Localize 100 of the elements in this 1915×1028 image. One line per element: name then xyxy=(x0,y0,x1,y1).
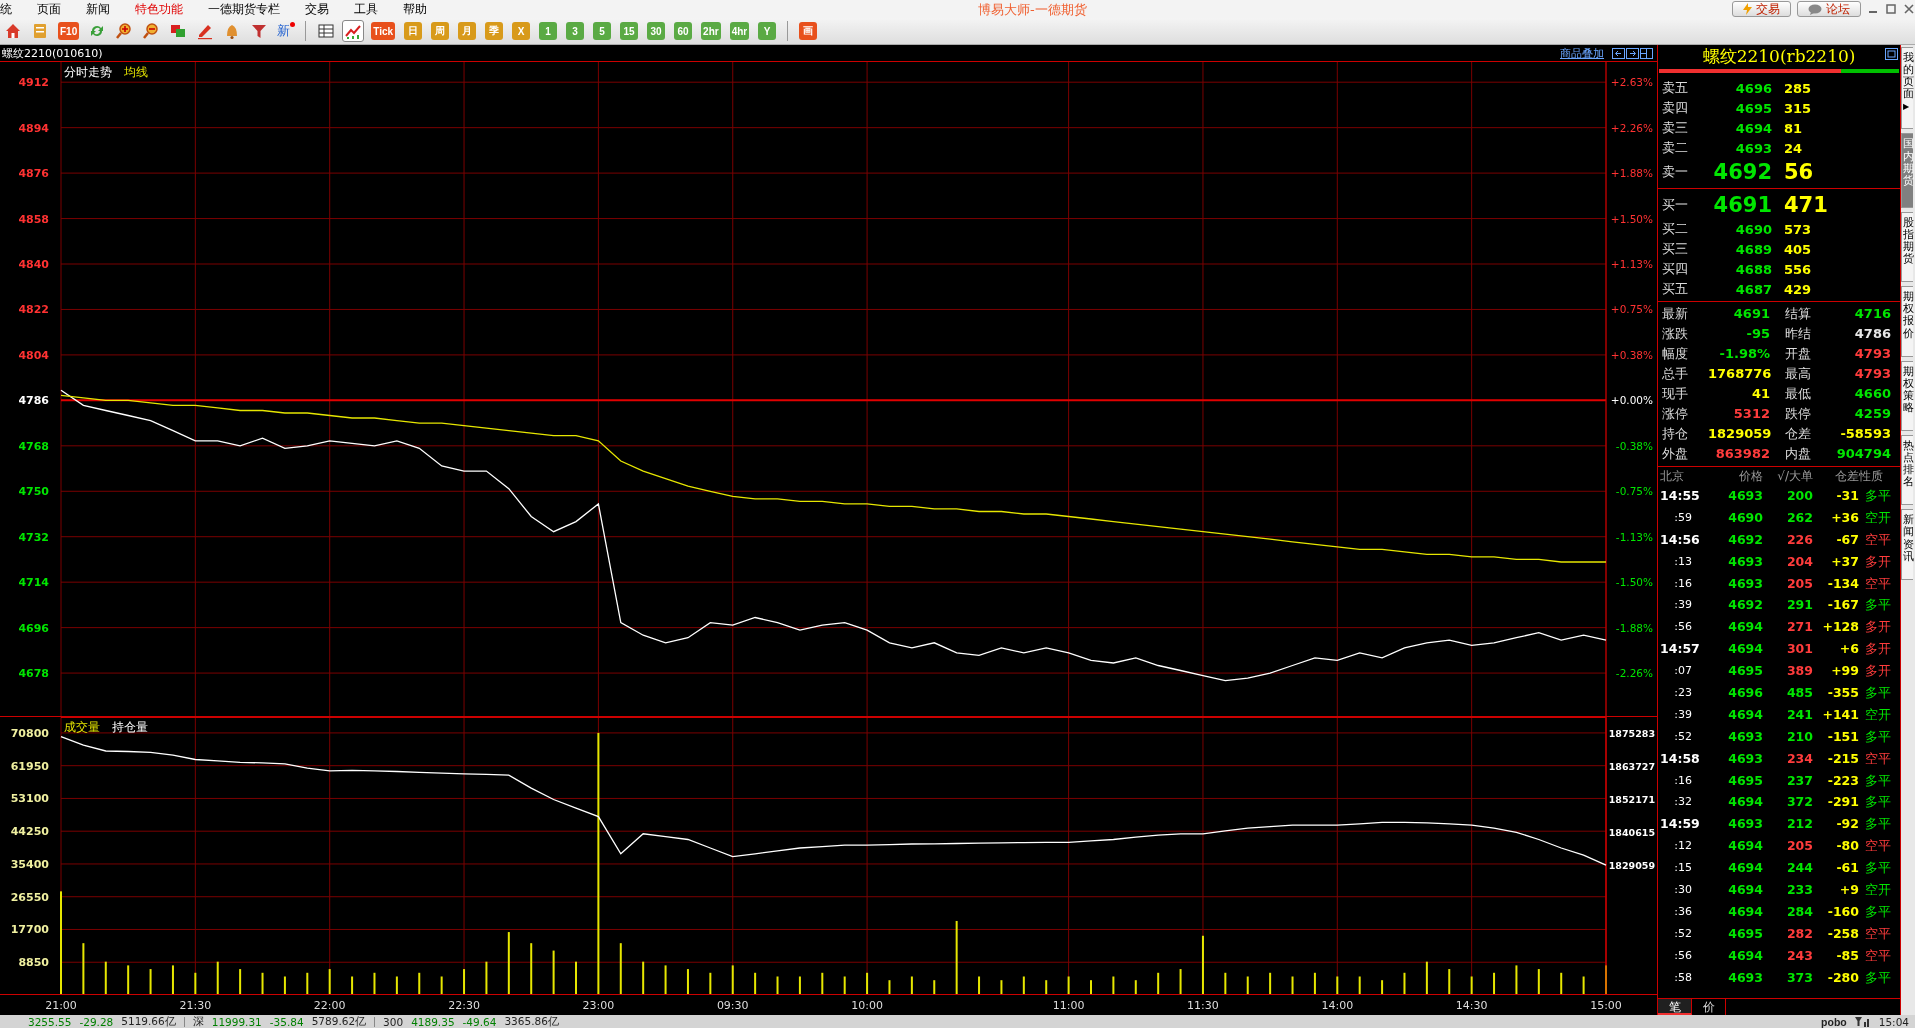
axis-label: -2.26% xyxy=(1615,667,1653,680)
time-label: 14:30 xyxy=(1455,999,1488,1012)
tick-nature: 多开 xyxy=(1864,662,1892,681)
tick-price: 4694 xyxy=(1727,881,1763,900)
tick-diff: -258 xyxy=(1826,924,1859,943)
tick-diff: -355 xyxy=(1826,684,1859,702)
tick-time: :56 xyxy=(1673,619,1693,636)
tick-diff: -280 xyxy=(1826,968,1859,987)
tick-price: 4695 xyxy=(1727,662,1763,681)
tick-price: 4692 xyxy=(1727,530,1763,549)
volume: 573 xyxy=(1784,221,1813,237)
tick-volume: 262 xyxy=(1785,508,1813,527)
tick-time: 14:59 xyxy=(1660,815,1701,834)
volume: 81 xyxy=(1784,120,1804,136)
price: 4690 xyxy=(1734,221,1772,237)
tick-nature: 空平 xyxy=(1864,837,1892,856)
tick-nature: 多平 xyxy=(1864,771,1892,790)
stat-label: 开盘 xyxy=(1785,345,1812,363)
time-label: 14:00 xyxy=(1321,999,1354,1012)
time-label: 09:30 xyxy=(716,999,749,1012)
column-header: √/大单 xyxy=(1776,468,1813,485)
row-label: 买二 xyxy=(1662,220,1689,238)
time-label: 21:00 xyxy=(45,999,77,1012)
stat-value: 863982 xyxy=(1714,445,1770,463)
tick-diff: +141 xyxy=(1821,705,1859,724)
tick-nature: 空开 xyxy=(1864,881,1892,900)
tick-volume: 373 xyxy=(1785,968,1813,987)
tick-time: :52 xyxy=(1673,728,1693,745)
tick-diff: -31 xyxy=(1835,487,1859,505)
tick-nature: 多开 xyxy=(1864,640,1892,659)
arrow-glyph: ▶ xyxy=(1903,102,1910,112)
column-header: 价格 xyxy=(1738,468,1763,485)
tick-nature: 多平 xyxy=(1864,968,1892,987)
axis-label: 4678 xyxy=(18,667,49,681)
stat-label: 总手 xyxy=(1662,365,1689,383)
tick-diff: -215 xyxy=(1826,749,1859,768)
stat-label: 仓差 xyxy=(1785,425,1812,443)
time-label: 11:00 xyxy=(1052,999,1085,1012)
tick-price: 4693 xyxy=(1727,574,1763,593)
tick-time: :07 xyxy=(1673,663,1693,680)
tick-time: :39 xyxy=(1673,706,1693,723)
time-label: 15:00 xyxy=(1590,999,1622,1012)
price: 4696 xyxy=(1734,80,1772,96)
tick-diff: -167 xyxy=(1826,596,1859,615)
tick-nature: 多平 xyxy=(1864,727,1892,746)
tick-volume: 241 xyxy=(1785,705,1813,724)
stat-label: 幅度 xyxy=(1662,345,1689,363)
row-label: 卖三 xyxy=(1662,119,1689,137)
tick-volume: 226 xyxy=(1785,530,1813,549)
stat-value: 4716 xyxy=(1853,305,1891,323)
tick-volume: 210 xyxy=(1785,727,1813,746)
tick-time: 14:56 xyxy=(1660,530,1701,549)
row-label: 买一 xyxy=(1662,196,1689,214)
row-label: 卖二 xyxy=(1662,139,1689,157)
tick-volume: 200 xyxy=(1785,487,1813,505)
tick-diff: -291 xyxy=(1826,793,1859,812)
index-value: 4189.35 xyxy=(411,1015,455,1028)
axis-label: -1.50% xyxy=(1615,576,1653,589)
stat-value: 41 xyxy=(1750,385,1770,403)
axis-label: 4876 xyxy=(18,167,49,181)
stat-label: 持仓 xyxy=(1662,425,1689,443)
tick-volume: 204 xyxy=(1785,552,1813,571)
tick-diff: +9 xyxy=(1838,881,1859,900)
stat-value: 4660 xyxy=(1853,385,1891,403)
axis-label: 4822 xyxy=(18,303,49,317)
tick-diff: +37 xyxy=(1830,552,1859,571)
tick-volume: 271 xyxy=(1785,618,1813,637)
stat-label: 涨跌 xyxy=(1662,325,1689,343)
tick-diff: +36 xyxy=(1830,508,1859,527)
axis-label: 4768 xyxy=(18,439,49,453)
tick-price: 4693 xyxy=(1727,552,1763,571)
tick-nature: 空开 xyxy=(1864,508,1892,527)
tick-time: 14:55 xyxy=(1660,487,1701,505)
tick-diff: -151 xyxy=(1826,727,1859,746)
time-label: 10:00 xyxy=(851,999,883,1012)
axis-label: -1.13% xyxy=(1615,530,1653,543)
stat-value: 4259 xyxy=(1853,405,1891,423)
volume: 429 xyxy=(1784,281,1813,297)
tick-price: 4690 xyxy=(1727,508,1763,527)
tick-time: :12 xyxy=(1673,838,1693,855)
tick-volume: 237 xyxy=(1785,771,1813,790)
stat-label: 最低 xyxy=(1785,385,1812,403)
axis-label: 4912 xyxy=(18,76,49,90)
price: 4693 xyxy=(1734,140,1772,156)
tick-diff: -160 xyxy=(1826,902,1859,921)
index-amount: 5119.66亿 xyxy=(121,1014,176,1028)
tick-nature: 空平 xyxy=(1864,574,1892,593)
time-label: 22:00 xyxy=(313,999,346,1012)
tick-nature: 空平 xyxy=(1864,924,1892,943)
time-label: 21:30 xyxy=(179,999,212,1012)
stat-value: 4793 xyxy=(1853,345,1891,363)
tick-price: 4693 xyxy=(1727,749,1763,768)
stat-value: 904794 xyxy=(1835,445,1891,463)
stat-value: -58593 xyxy=(1839,425,1891,443)
stat-label: 最高 xyxy=(1785,365,1812,383)
tick-nature: 空平 xyxy=(1864,946,1892,965)
axis-label: +2.26% xyxy=(1610,121,1653,134)
axis-label: 61950 xyxy=(10,759,49,773)
tick-volume: 291 xyxy=(1785,596,1813,615)
tick-price: 4693 xyxy=(1727,968,1763,987)
